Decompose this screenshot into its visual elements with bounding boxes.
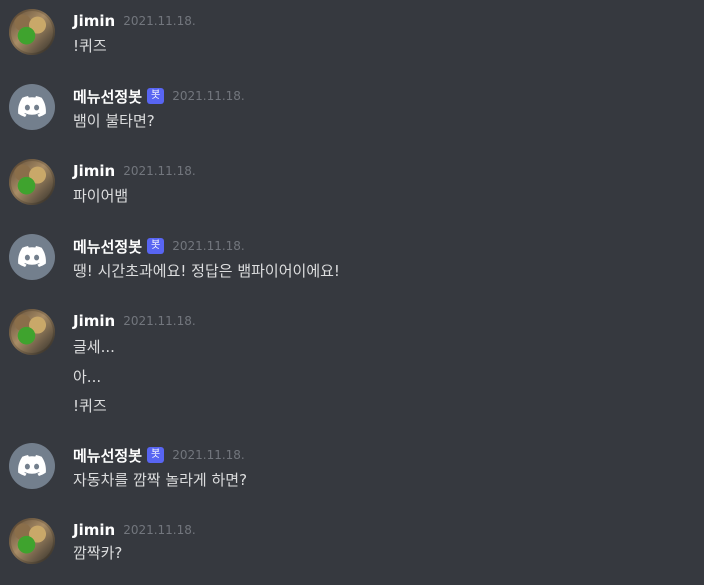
user-avatar[interactable]	[9, 9, 55, 55]
message-text: 깜짝카?	[73, 544, 123, 562]
message-timestamp: 2021.11.18.	[172, 89, 245, 103]
bot-badge: 봇	[147, 447, 165, 463]
author-name[interactable]: Jimin	[73, 312, 115, 330]
author-name[interactable]: 메뉴선정봇	[73, 236, 142, 257]
message-header: 메뉴선정봇 봇 2021.11.18.	[73, 236, 245, 256]
bot-avatar[interactable]	[9, 84, 55, 130]
user-avatar[interactable]	[9, 159, 55, 205]
message-header: Jimin 2021.11.18.	[73, 311, 196, 331]
message-text: !퀴즈	[73, 37, 107, 55]
message-header: Jimin 2021.11.18.	[73, 520, 196, 540]
bot-badge: 봇	[147, 88, 165, 104]
message-text: 뱀이 불타면?	[73, 112, 155, 130]
user-avatar[interactable]	[9, 309, 55, 355]
bot-avatar[interactable]	[9, 234, 55, 280]
author-name[interactable]: 메뉴선정봇	[73, 86, 142, 107]
message-text: 파이어뱀	[73, 187, 129, 205]
message-header: Jimin 2021.11.18.	[73, 11, 196, 31]
message-timestamp: 2021.11.18.	[172, 239, 245, 253]
message-text: !퀴즈	[73, 397, 107, 415]
author-name[interactable]: Jimin	[73, 521, 115, 539]
message-header: Jimin 2021.11.18.	[73, 161, 196, 181]
author-name[interactable]: 메뉴선정봇	[73, 445, 142, 466]
user-avatar[interactable]	[9, 518, 55, 564]
discord-logo-icon	[18, 455, 46, 476]
message-text: 땡! 시간초과에요! 정답은 뱀파이어이에요!	[73, 262, 340, 280]
message-text: 글세...	[73, 338, 115, 356]
bot-badge: 봇	[147, 238, 165, 254]
message-header: 메뉴선정봇 봇 2021.11.18.	[73, 86, 245, 106]
message-timestamp: 2021.11.18.	[123, 14, 196, 28]
chat-message-list: Jimin 2021.11.18. !퀴즈 메뉴선정봇 봇 2021.11.18…	[0, 0, 704, 585]
discord-logo-icon	[18, 96, 46, 117]
bot-avatar[interactable]	[9, 443, 55, 489]
message-timestamp: 2021.11.18.	[123, 523, 196, 537]
author-name[interactable]: Jimin	[73, 12, 115, 30]
message-timestamp: 2021.11.18.	[172, 448, 245, 462]
discord-logo-icon	[18, 246, 46, 267]
message-text: 아...	[73, 368, 102, 386]
message-header: 메뉴선정봇 봇 2021.11.18.	[73, 445, 245, 465]
message-text: 자동차를 깜짝 놀라게 하면?	[73, 471, 248, 489]
message-timestamp: 2021.11.18.	[123, 314, 196, 328]
message-timestamp: 2021.11.18.	[123, 164, 196, 178]
author-name[interactable]: Jimin	[73, 162, 115, 180]
